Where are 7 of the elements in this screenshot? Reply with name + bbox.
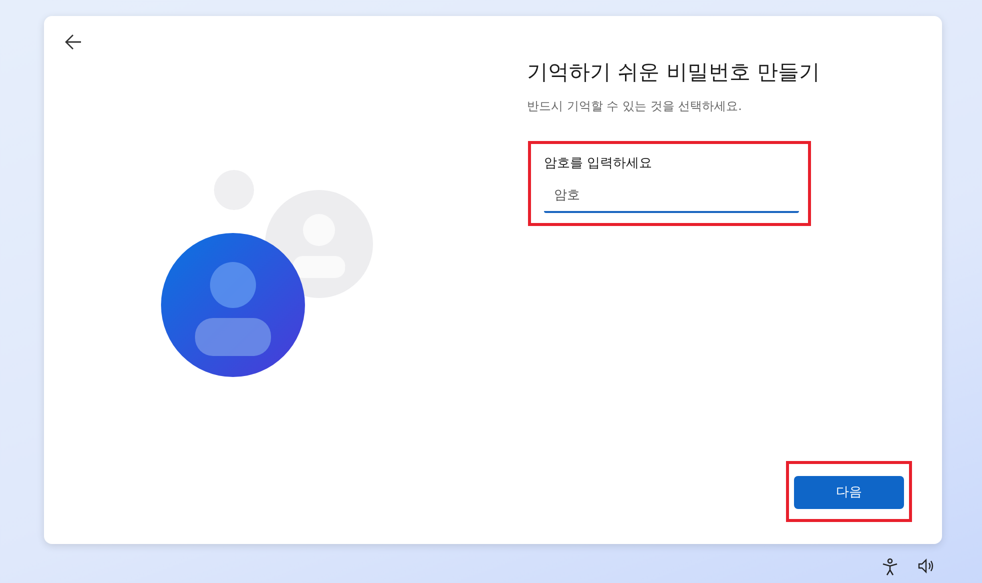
next-button[interactable]: 다음 (794, 476, 904, 509)
back-arrow-icon (63, 33, 83, 51)
accessibility-icon[interactable] (882, 558, 898, 576)
page-title: 기억하기 쉬운 비밀번호 만들기 (527, 60, 822, 86)
field-label: 암호를 입력하세요 (544, 155, 654, 174)
speaker-icon[interactable] (918, 558, 936, 574)
page-subtitle: 반드시 기억할 수 있는 것을 선택하세요. (527, 98, 743, 116)
